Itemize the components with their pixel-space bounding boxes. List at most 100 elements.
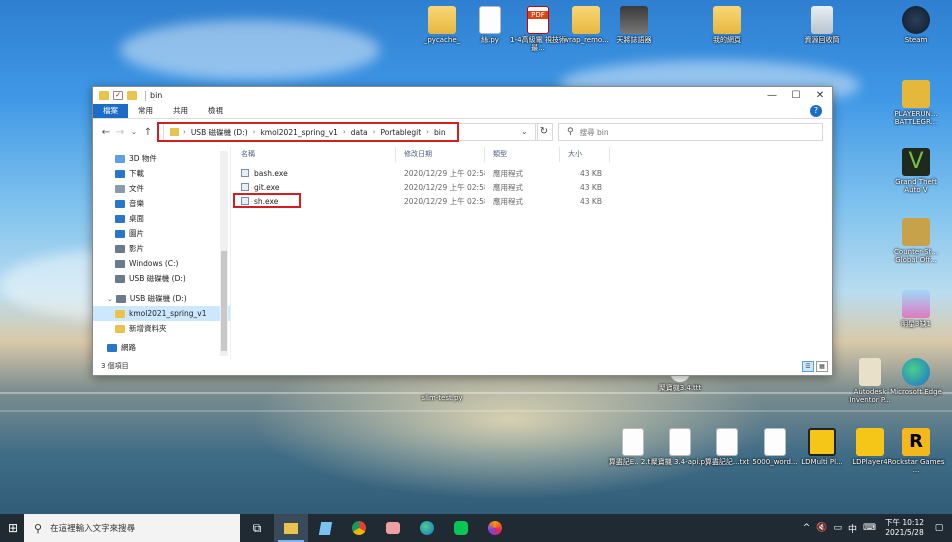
steam-icon [902,6,930,34]
chevron-down-icon[interactable]: ⌄ [107,295,113,303]
desktop-icon-edge[interactable]: Microsoft Edge [886,358,946,396]
nav-item-network[interactable]: 網路 [93,340,230,355]
drive-icon [115,259,125,268]
nav-item-usb-d-root[interactable]: ⌄ USB 磁碟機 (D:) [93,291,230,306]
firefox-taskbar-icon[interactable] [478,514,512,542]
gta-icon: V [902,148,930,176]
navigation-pane: 3D 物件 下載 文件 音樂 桌面 圖片 影片 Windows (C:) USB… [93,147,231,359]
tab-view[interactable]: 檢視 [198,104,233,118]
desktop-icon-recycle-bin[interactable]: 資源回收筒 [792,6,852,44]
edge-taskbar-icon[interactable] [410,514,444,542]
csgo-icon [902,218,930,246]
folder-icon [572,6,600,34]
exe-icon [241,183,249,191]
task-view-icon[interactable]: ⧉ [240,514,274,542]
details-view-icon[interactable]: ☰ [802,360,814,372]
chevron-up-icon[interactable]: ^ [803,523,811,533]
exe-icon [241,169,249,177]
close-button[interactable]: ✕ [808,90,832,101]
recent-locations-icon[interactable]: ⌄ [127,128,141,136]
recycle-bin-icon [811,6,833,34]
text-file-icon [764,428,786,456]
nav-scrollbar[interactable] [220,151,228,356]
video-icon [115,244,125,253]
ldmulti-icon [808,428,836,456]
nav-item-windows-c[interactable]: Windows (C:) [93,256,230,271]
search-box[interactable]: ⚲ 搜尋 bin [558,123,823,141]
app-taskbar-icon[interactable] [376,514,410,542]
column-size[interactable]: 大小 [560,147,610,162]
up-button[interactable]: ↑ [141,127,155,138]
ime-icon[interactable]: 中 [848,522,857,535]
nav-item-desktop[interactable]: 桌面 [93,211,230,226]
tab-home[interactable]: 常用 [128,104,163,118]
line-taskbar-icon[interactable] [444,514,478,542]
music-icon [115,199,125,208]
desktop-icon-steam[interactable]: Steam [886,6,946,44]
folder-icon [115,309,125,318]
desktop-icon-csgo[interactable]: Counter-St... Global Off... [886,218,946,264]
column-modified[interactable]: 修改日期 [396,147,485,162]
view-switcher: ☰ ▦ [800,360,828,372]
folder-icon [115,324,125,333]
window-controls: — ☐ ✕ [760,90,832,101]
desktop-icon-pubg[interactable]: PLAYERUN... BATTLEGR... [886,80,946,126]
nav-item-videos[interactable]: 影片 [93,241,230,256]
nav-item-new-folder[interactable]: 新增資料夾 [93,321,230,336]
chrome-taskbar-icon[interactable] [342,514,376,542]
file-explorer-window[interactable]: ✓ bin — ☐ ✕ 檔案 常用 共用 檢視 ? ← → ⌄ ↑ › USB … [92,86,833,376]
column-header-row: 名稱 修改日期 類型 大小 [233,147,831,162]
text-file-icon [622,428,644,456]
table-row[interactable]: bash.exe 2020/12/29 上午 02:58 應用程式 43 KB [233,166,831,180]
forward-button[interactable]: → [113,127,127,138]
nav-item-documents[interactable]: 文件 [93,181,230,196]
taskbar: ⊞ ⚲ 在這裡輸入文字來搜尋 ⧉ ^ 🔇 ▭ 中 ⌨ 下午 10:12 2021… [0,514,952,542]
download-icon [115,169,125,178]
nav-item-pictures[interactable]: 圖片 [93,226,230,241]
cube-icon [115,154,125,163]
minimize-button[interactable]: — [760,90,784,101]
volume-muted-icon[interactable]: 🔇 [816,523,827,533]
nav-item-kmol2021[interactable]: kmol2021_spring_v1 [93,306,230,321]
large-icons-view-icon[interactable]: ▦ [816,360,828,372]
tab-share[interactable]: 共用 [163,104,198,118]
column-name[interactable]: 名稱 [233,147,396,162]
title-bar[interactable]: ✓ bin — ☐ ✕ [93,87,832,104]
tab-file[interactable]: 檔案 [93,104,128,118]
search-icon: ⚲ [34,521,43,535]
ldplayer-icon [856,428,884,456]
notepad-taskbar-icon[interactable] [308,514,342,542]
desktop-icon-gta[interactable]: V Grand Theft Auto V [886,148,946,194]
taskbar-search-box[interactable]: ⚲ 在這裡輸入文字來搜尋 [24,514,240,542]
nav-item-downloads[interactable]: 下載 [93,166,230,181]
notification-icon[interactable]: ▢ [932,523,946,533]
properties-icon[interactable]: ✓ [113,91,123,100]
maximize-button[interactable]: ☐ [784,90,808,101]
keyboard-icon[interactable]: ⌨ [863,523,876,533]
windows-start-icon[interactable]: ⊞ [2,517,24,539]
status-bar: 3 個項目 ☰ ▦ [93,357,832,375]
network-icon[interactable]: ▭ [833,523,842,533]
file-explorer-taskbar-icon[interactable] [274,514,308,542]
clock[interactable]: 下午 10:12 2021/5/28 [885,518,924,538]
table-row[interactable]: sh.exe 2020/12/29 上午 02:58 應用程式 43 KB [233,194,831,208]
time: 下午 10:12 [885,518,924,527]
desktop-icon-my-webpage[interactable]: 我的網頁 [697,6,757,44]
nav-item-3d-objects[interactable]: 3D 物件 [93,151,230,166]
refresh-button[interactable]: ↻ [535,123,553,141]
help-icon[interactable]: ? [810,105,822,117]
address-dropdown-icon[interactable]: ⌄ [521,127,528,136]
table-row[interactable]: git.exe 2020/12/29 上午 02:58 應用程式 43 KB [233,180,831,194]
new-folder-icon[interactable] [127,91,137,100]
column-type[interactable]: 類型 [485,147,560,162]
desktop-icon [115,214,125,223]
nav-item-usb-d[interactable]: USB 磁碟機 (D:) [93,271,230,286]
scrollbar-thumb[interactable] [221,251,227,351]
desktop-icon-tianjiang[interactable]: 天將誌語器 [604,6,664,44]
desktop-icon-slim-test[interactable]: slim-test.py [412,376,472,402]
desktop-icon-rockstar[interactable]: R Rockstar Games ... [886,428,946,474]
desktop-icon-mingxing[interactable]: 明星3缺1 [886,290,946,328]
back-button[interactable]: ← [99,127,113,138]
nav-item-music[interactable]: 音樂 [93,196,230,211]
search-icon: ⚲ [567,127,574,137]
